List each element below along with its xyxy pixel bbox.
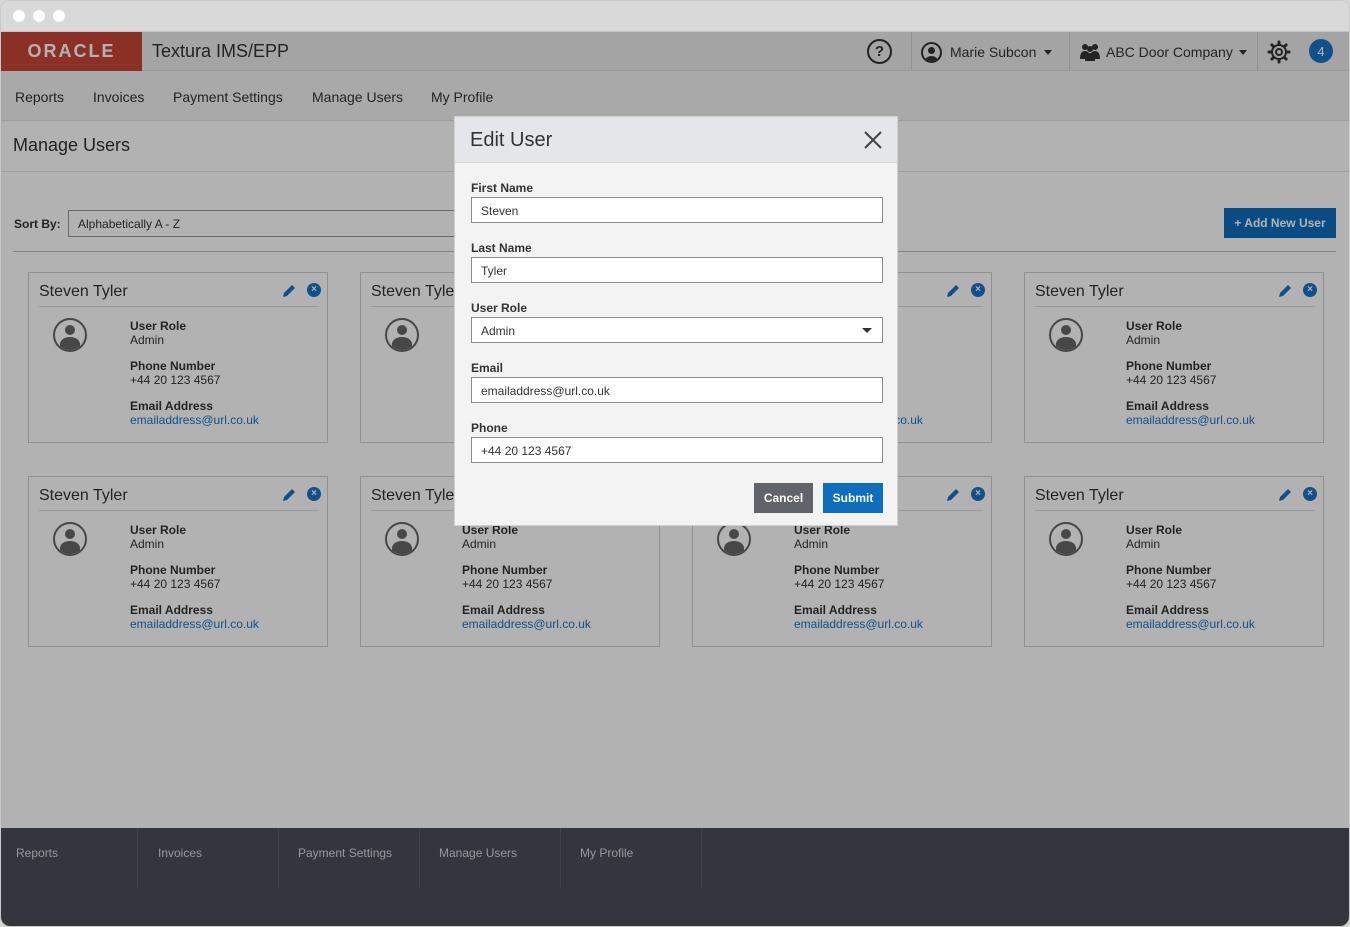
submit-button[interactable]: Submit xyxy=(823,483,883,513)
modal-header: Edit User xyxy=(455,117,897,163)
close-icon[interactable] xyxy=(863,130,883,150)
first-name-input[interactable]: Steven xyxy=(471,197,883,223)
user-role-label: User Role xyxy=(471,301,528,315)
user-role-select[interactable]: Admin xyxy=(471,317,883,343)
chevron-down-icon xyxy=(862,328,872,333)
email-label: Email xyxy=(471,361,504,375)
cancel-button[interactable]: Cancel xyxy=(754,483,813,513)
last-name-label: Last Name xyxy=(471,241,532,255)
window-close-dot[interactable] xyxy=(13,10,25,22)
email-input[interactable]: emailaddress@url.co.uk xyxy=(471,377,883,403)
user-role-value: Admin xyxy=(481,324,516,338)
phone-label: Phone xyxy=(471,421,508,435)
modal-title: Edit User xyxy=(470,129,553,151)
last-name-input[interactable]: Tyler xyxy=(471,257,883,283)
edit-user-modal: Edit User First Name Steven Last Name Ty… xyxy=(454,116,898,526)
window-minimize-dot[interactable] xyxy=(33,10,45,22)
phone-input[interactable]: +44 20 123 4567 xyxy=(471,437,883,463)
first-name-label: First Name xyxy=(471,181,534,195)
browser-window: ORACLE Textura IMS/EPP ? Marie Subcon AB… xyxy=(0,0,1350,927)
window-titlebar xyxy=(1,1,1349,32)
window-maximize-dot[interactable] xyxy=(53,10,65,22)
